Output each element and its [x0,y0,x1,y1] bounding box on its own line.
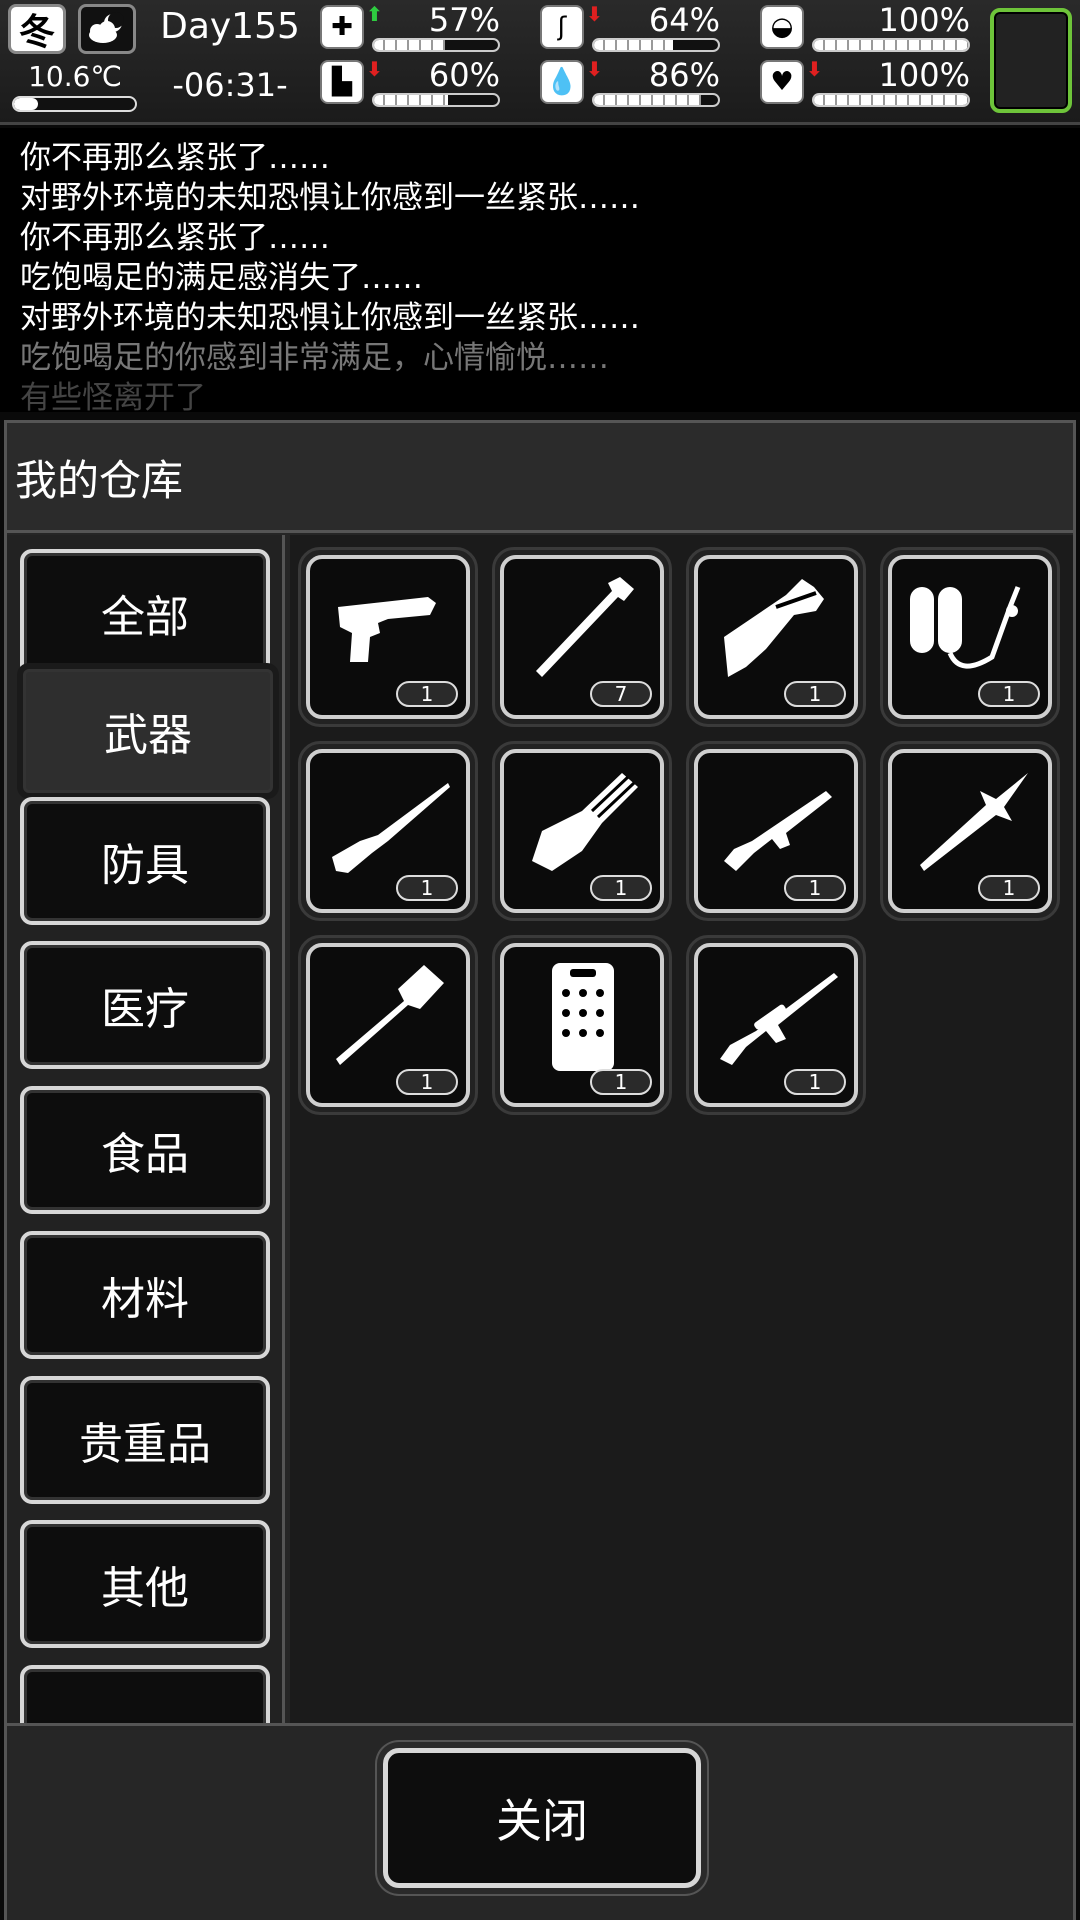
item-quantity: 1 [590,1069,652,1095]
stat-bar-fill [814,95,968,105]
panel-title: 我的仓库 [7,423,1073,533]
stat-percent: 60% [428,56,500,94]
log-message: 吃饱喝足的你感到非常满足，心情愉悦…… [20,340,609,376]
day-counter: Day155 [160,6,300,47]
item-slot-pipe[interactable]: 7 [492,547,672,727]
stat-bar [372,93,500,107]
pistol-icon [338,597,436,662]
character-slot[interactable] [990,8,1072,113]
boot-icon: ▙ [320,60,364,104]
category-armor-button[interactable]: 防具 [20,797,270,925]
shovel-icon [336,965,444,1065]
rifle-icon [332,783,450,873]
stat-percent: 100% [878,1,970,39]
pipe-icon [536,577,634,677]
item-slot-spear[interactable]: 1 [880,741,1060,921]
stat-bar [592,38,720,52]
status-hud: 冬 10.6℃ Day155 -06:31- ✚ ⬆ 57% ʃ ⬇ 64% ◒… [0,0,1080,125]
minigun-icon [532,773,638,871]
stat-bar-fill [374,95,449,105]
item-slot-rifle[interactable]: 1 [298,741,478,921]
stat-percent: 86% [648,56,720,94]
thirst-stat: 💧 ⬇ 86% [540,57,720,112]
category-all-button[interactable]: 全部 [20,549,270,677]
water-drop-icon: 💧 [540,60,584,104]
season-badge: 冬 [8,4,66,54]
item-slot-flamethrower[interactable]: 1 [880,547,1060,727]
sniper-rifle-icon [720,973,838,1065]
close-button[interactable]: 关闭 [383,1748,701,1888]
category-list[interactable]: 全部 武器 防具 医疗 食品 材料 贵重品 其他 [7,535,285,1743]
category-valuables-button[interactable]: 贵重品 [20,1376,270,1504]
category-materials-button[interactable]: 材料 [20,1231,270,1359]
message-log[interactable]: 你不再那么紧张了…… 对野外环境的未知恐惧让你感到一丝紧张…… 你不再那么紧张了… [0,128,1080,412]
hunger-stat: ʃ ⬇ 64% [540,2,720,57]
mood-icon: ◒ [760,5,804,49]
item-slot-pistol[interactable]: 1 [298,547,478,727]
item-quantity: 1 [590,875,652,901]
temperature-bar-fill [14,98,39,110]
log-message: 对野外环境的未知恐惧让你感到一丝紧张…… [20,300,640,336]
log-message: 有些怪离开了 [20,380,206,412]
stat-arrow-icon: ⬇ [586,2,603,26]
temperature-readout: 10.6℃ [28,60,122,93]
item-slot-sniper-rifle[interactable]: 1 [686,935,866,1115]
stat-bar [812,38,970,52]
item-quantity: 1 [396,681,458,707]
stomach-icon: ʃ [540,5,584,49]
category-food-button[interactable]: 食品 [20,1086,270,1214]
medkit-icon: ✚ [320,5,364,49]
stat-percent: 64% [648,1,720,39]
riot-shield-icon [552,963,614,1071]
stamina-stat: ▙ ⬇ 60% [320,57,500,112]
item-slot-shovel[interactable]: 1 [298,935,478,1115]
log-message: 你不再那么紧张了…… [20,220,330,256]
flamethrower-icon [910,586,1021,669]
item-slot-machete[interactable]: 1 [686,547,866,727]
night-cloud-icon [78,4,136,54]
item-quantity: 1 [978,681,1040,707]
stat-percent: 100% [878,56,970,94]
game-clock: -06:31- [172,66,288,104]
category-other-button[interactable]: 其他 [20,1520,270,1648]
stat-arrow-icon: ⬇ [586,57,603,81]
stat-percent: 57% [428,1,500,39]
item-quantity: 1 [396,1069,458,1095]
item-slot-riot-shield[interactable]: 1 [492,935,672,1115]
spear-icon [920,773,1028,871]
assault-rifle-icon [724,791,832,871]
stat-bar-fill [594,40,674,50]
stat-arrow-icon: ⬇ [806,57,823,81]
mood-stat: ◒ 100% [760,2,970,57]
stat-arrow-icon: ⬆ [366,2,383,26]
item-slot-minigun[interactable]: 1 [492,741,672,921]
category-medical-button[interactable]: 医疗 [20,941,270,1069]
log-message: 你不再那么紧张了…… [20,140,330,176]
log-message: 对野外环境的未知恐惧让你感到一丝紧张…… [20,180,640,216]
item-grid: 1 7 1 1 1 1 1 1 1 1 1 [290,535,1073,1743]
item-quantity: 7 [590,681,652,707]
temperature-bar [12,96,137,112]
category-weapons-button[interactable]: 武器 [17,663,279,799]
log-message: 吃饱喝足的满足感消失了…… [20,260,423,296]
stat-bar [812,93,970,107]
item-slot-assault-rifle[interactable]: 1 [686,741,866,921]
heart-icon: ♥ [760,60,804,104]
stat-bar [592,93,720,107]
health-stat: ✚ ⬆ 57% [320,2,500,57]
item-quantity: 1 [396,875,458,901]
heart-stat: ♥ ⬇ 100% [760,57,970,112]
machete-icon [724,579,824,677]
warehouse-panel: 我的仓库 全部 武器 防具 医疗 食品 材料 贵重品 其他 1 7 1 1 1 [4,420,1076,1920]
stat-bar [372,38,500,52]
stat-bar-fill [594,95,701,105]
stat-bar-fill [374,40,445,50]
item-quantity: 1 [784,681,846,707]
stat-arrow-icon: ⬇ [366,57,383,81]
item-quantity: 1 [784,875,846,901]
stat-bar-fill [814,40,968,50]
item-quantity: 1 [978,875,1040,901]
item-quantity: 1 [784,1069,846,1095]
